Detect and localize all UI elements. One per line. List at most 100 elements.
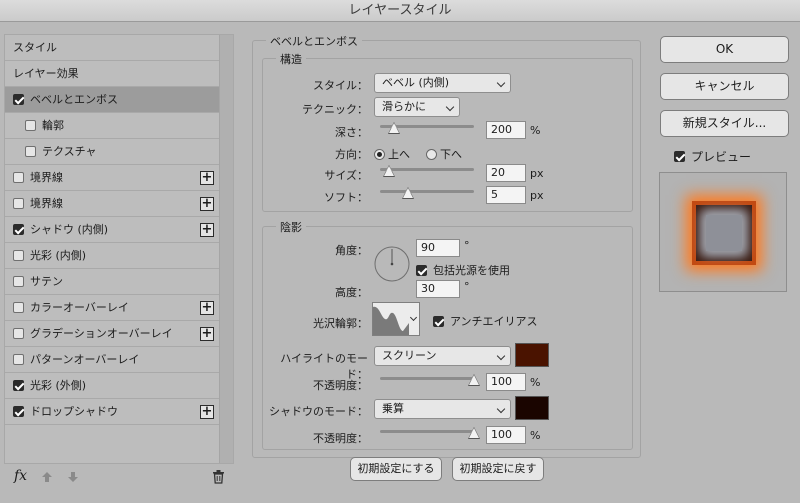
style-item-label: 輪郭: [42, 119, 64, 132]
style-item-label: レイヤー効果: [13, 67, 79, 80]
style-item-label: グラデーションオーバーレイ: [30, 327, 173, 340]
add-effect-icon[interactable]: +: [200, 327, 214, 341]
style-item[interactable]: テクスチャ: [5, 139, 219, 165]
shadow-mode-value: 乗算: [382, 402, 404, 415]
style-item[interactable]: 輪郭: [5, 113, 219, 139]
style-item[interactable]: ドロップシャドウ +: [5, 399, 219, 425]
checkbox-icon[interactable]: [13, 249, 24, 261]
style-select[interactable]: ベベル (内側): [374, 73, 511, 93]
checkbox-icon[interactable]: [13, 353, 24, 365]
trash-icon[interactable]: [212, 470, 225, 484]
chevron-down-icon: [496, 351, 506, 361]
shadow-opacity-thumb[interactable]: [468, 427, 480, 439]
checkbox-icon[interactable]: [13, 405, 24, 417]
soften-slider-thumb[interactable]: [402, 187, 415, 199]
chevron-down-icon: [409, 313, 418, 322]
size-input[interactable]: 20: [486, 164, 526, 182]
depth-unit: %: [530, 124, 541, 137]
make-default-button[interactable]: 初期設定にする: [350, 457, 442, 481]
structure-title: 構造: [276, 51, 306, 67]
highlight-mode-select[interactable]: スクリーン: [374, 346, 511, 366]
chevron-down-icon: [496, 404, 506, 414]
technique-select[interactable]: 滑らかに: [374, 97, 460, 117]
style-select-value: ベベル (内側): [382, 76, 450, 89]
technique-select-value: 滑らかに: [382, 100, 426, 113]
style-item-label: 光彩 (外側): [30, 379, 87, 392]
checkbox-icon[interactable]: [13, 93, 24, 105]
depth-slider-thumb[interactable]: [388, 122, 401, 134]
shadow-color-swatch[interactable]: [515, 396, 549, 420]
style-item-label: カラーオーバーレイ: [30, 301, 129, 314]
preview-sample-square: [692, 201, 756, 265]
altitude-input[interactable]: 30: [416, 280, 460, 298]
shadow-opacity-input[interactable]: 100: [486, 426, 526, 444]
angle-dial[interactable]: [373, 245, 411, 283]
soften-slider-track[interactable]: [380, 190, 474, 193]
soften-input[interactable]: 5: [486, 186, 526, 204]
add-effect-icon[interactable]: +: [200, 301, 214, 315]
new-style-button[interactable]: 新規スタイル...: [660, 110, 789, 137]
checkbox-icon[interactable]: [13, 197, 24, 209]
size-slider-thumb[interactable]: [383, 165, 396, 177]
antialias-checkbox[interactable]: アンチエイリアス: [433, 313, 538, 329]
checkbox-icon: [416, 264, 427, 276]
checkbox-icon[interactable]: [13, 223, 24, 235]
shadow-mode-label: シャドウのモード：: [269, 405, 368, 418]
reset-to-default-button[interactable]: 初期設定に戻す: [452, 457, 544, 481]
style-item[interactable]: シャドウ (内側) +: [5, 217, 219, 243]
preview-sample-inner: [706, 215, 742, 251]
style-item[interactable]: レイヤー効果: [5, 61, 219, 87]
arrow-down-icon[interactable]: [67, 471, 79, 483]
checkbox-icon[interactable]: [13, 171, 24, 183]
style-item[interactable]: ベベルとエンボス: [5, 87, 219, 113]
global-light-checkbox[interactable]: 包括光源を使用: [416, 262, 510, 278]
highlight-opacity-track[interactable]: [380, 377, 474, 380]
checkbox-icon[interactable]: [25, 145, 36, 157]
checkbox-icon[interactable]: [13, 379, 24, 391]
contour-curve-icon: [373, 306, 409, 335]
direction-up-radio[interactable]: 上へ: [374, 146, 410, 162]
ok-button[interactable]: OK: [660, 36, 789, 63]
depth-input[interactable]: 200: [486, 121, 526, 139]
preview-checkbox[interactable]: プレビュー: [674, 148, 751, 165]
styles-list-scrollbar[interactable]: [219, 35, 233, 463]
highlight-opacity-thumb[interactable]: [468, 374, 480, 386]
shadow-mode-select[interactable]: 乗算: [374, 399, 511, 419]
highlight-opacity-input[interactable]: 100: [486, 373, 526, 391]
shadow-opacity-label: 不透明度：: [313, 432, 368, 445]
style-item[interactable]: グラデーションオーバーレイ +: [5, 321, 219, 347]
gloss-contour-label: 光沢輪郭：: [313, 317, 368, 330]
add-effect-icon[interactable]: +: [200, 405, 214, 419]
style-label: スタイル：: [313, 79, 368, 92]
style-item-label: シャドウ (内側): [30, 223, 109, 236]
style-item[interactable]: スタイル: [5, 35, 219, 61]
angle-input[interactable]: 90: [416, 239, 460, 257]
style-item[interactable]: 境界線 +: [5, 165, 219, 191]
fx-icon[interactable]: fx: [14, 468, 27, 484]
arrow-up-icon[interactable]: [41, 471, 53, 483]
checkbox-icon[interactable]: [13, 301, 24, 313]
cancel-button[interactable]: キャンセル: [660, 73, 789, 100]
checkbox-icon[interactable]: [25, 119, 36, 131]
checkbox-icon[interactable]: [13, 275, 24, 287]
highlight-color-swatch[interactable]: [515, 343, 549, 367]
add-effect-icon[interactable]: +: [200, 223, 214, 237]
style-item-label: ベベルとエンボス: [30, 93, 118, 106]
style-item-label: 境界線: [30, 171, 63, 184]
chevron-down-icon: [496, 78, 506, 88]
style-item[interactable]: 境界線 +: [5, 191, 219, 217]
add-effect-icon[interactable]: +: [200, 171, 214, 185]
style-item[interactable]: カラーオーバーレイ +: [5, 295, 219, 321]
style-item-label: ドロップシャドウ: [30, 405, 118, 418]
style-item[interactable]: 光彩 (内側): [5, 243, 219, 269]
checkbox-icon[interactable]: [13, 327, 24, 339]
style-item[interactable]: パターンオーバーレイ: [5, 347, 219, 373]
radio-icon: [374, 148, 385, 160]
shadow-opacity-track[interactable]: [380, 430, 474, 433]
style-item[interactable]: サテン: [5, 269, 219, 295]
direction-down-radio[interactable]: 下へ: [426, 146, 462, 162]
gloss-contour-picker[interactable]: [372, 302, 420, 336]
style-item[interactable]: 光彩 (外側): [5, 373, 219, 399]
add-effect-icon[interactable]: +: [200, 197, 214, 211]
highlight-mode-value: スクリーン: [382, 349, 437, 362]
